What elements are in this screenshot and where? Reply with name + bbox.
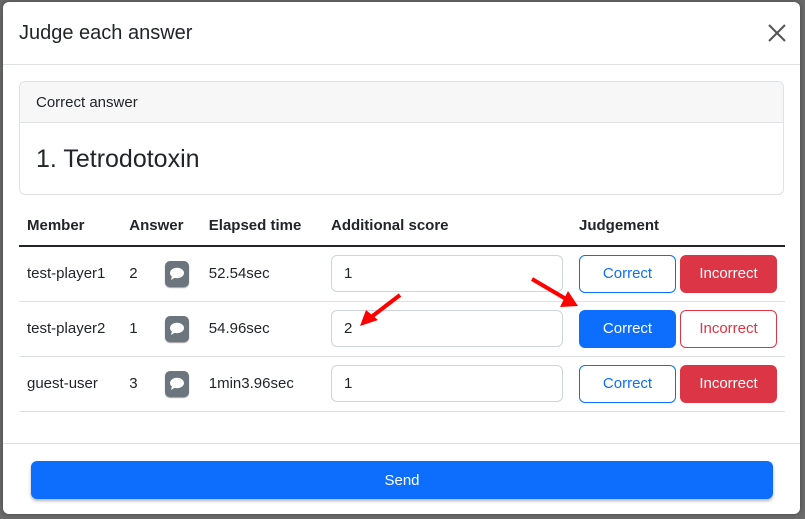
answer-cell: 1 bbox=[121, 301, 201, 357]
member-name: test-player1 bbox=[19, 246, 122, 302]
correct-button[interactable]: Correct bbox=[579, 309, 676, 348]
answer-number: 2 bbox=[129, 265, 138, 283]
correct-button[interactable]: Correct bbox=[579, 364, 676, 403]
correct-answer-header: Correct answer bbox=[20, 82, 783, 123]
column-header-answer: Answer bbox=[121, 206, 201, 247]
table-row: guest-user 3 1min3.96sec Correct bbox=[19, 356, 785, 412]
judgement-cell: Correct Incorrect bbox=[571, 301, 785, 357]
answers-table: Member Answer Elapsed time Additional sc… bbox=[19, 206, 785, 412]
answer-number: 3 bbox=[129, 375, 138, 392]
elapsed-time: 1min3.96sec bbox=[200, 356, 323, 412]
table-header-row: Member Answer Elapsed time Additional sc… bbox=[19, 206, 785, 247]
answer-cell: 2 bbox=[121, 246, 201, 302]
column-header-elapsed-time: Elapsed time bbox=[200, 206, 323, 247]
correct-button[interactable]: Correct bbox=[579, 254, 676, 293]
elapsed-time: 52.54sec bbox=[200, 246, 323, 302]
column-header-member: Member bbox=[19, 206, 122, 247]
answer-cell: 3 bbox=[121, 356, 201, 412]
member-name: test-player2 bbox=[19, 301, 122, 357]
chat-bubble-icon[interactable] bbox=[165, 370, 190, 397]
send-button[interactable]: Send bbox=[31, 461, 773, 499]
close-icon[interactable] bbox=[766, 22, 788, 44]
elapsed-time: 54.96sec bbox=[200, 301, 323, 357]
column-header-additional-score: Additional score bbox=[322, 206, 571, 247]
modal-footer: Send bbox=[3, 443, 800, 514]
additional-score-input[interactable] bbox=[330, 310, 563, 347]
score-cell bbox=[322, 356, 571, 412]
modal-title: Judge each answer bbox=[19, 22, 193, 44]
table-row: test-player2 1 54.96sec Correct bbox=[19, 301, 785, 357]
incorrect-button[interactable]: Incorrect bbox=[680, 254, 777, 293]
member-name: guest-user bbox=[19, 356, 122, 412]
correct-answer-text: 1. Tetrodotoxin bbox=[36, 145, 200, 173]
answer-number: 1 bbox=[129, 320, 138, 337]
judge-modal: Judge each answer Correct answer 1. Tetr… bbox=[3, 2, 800, 514]
score-cell bbox=[322, 246, 571, 302]
chat-bubble-icon[interactable] bbox=[165, 260, 190, 287]
judgement-cell: Correct Incorrect bbox=[571, 356, 785, 412]
additional-score-input[interactable] bbox=[330, 365, 563, 402]
table-row: test-player1 2 52.54sec Correct bbox=[19, 246, 785, 302]
column-header-judgement: Judgement bbox=[571, 206, 785, 247]
chat-bubble-icon[interactable] bbox=[165, 315, 190, 342]
incorrect-button[interactable]: Incorrect bbox=[680, 364, 777, 403]
judgement-cell: Correct Incorrect bbox=[571, 246, 785, 302]
modal-header: Judge each answer bbox=[3, 2, 800, 65]
incorrect-button[interactable]: Incorrect bbox=[680, 309, 777, 348]
score-cell bbox=[322, 301, 571, 357]
additional-score-input[interactable] bbox=[330, 255, 563, 293]
correct-answer-card: Correct answer 1. Tetrodotoxin bbox=[19, 81, 784, 195]
